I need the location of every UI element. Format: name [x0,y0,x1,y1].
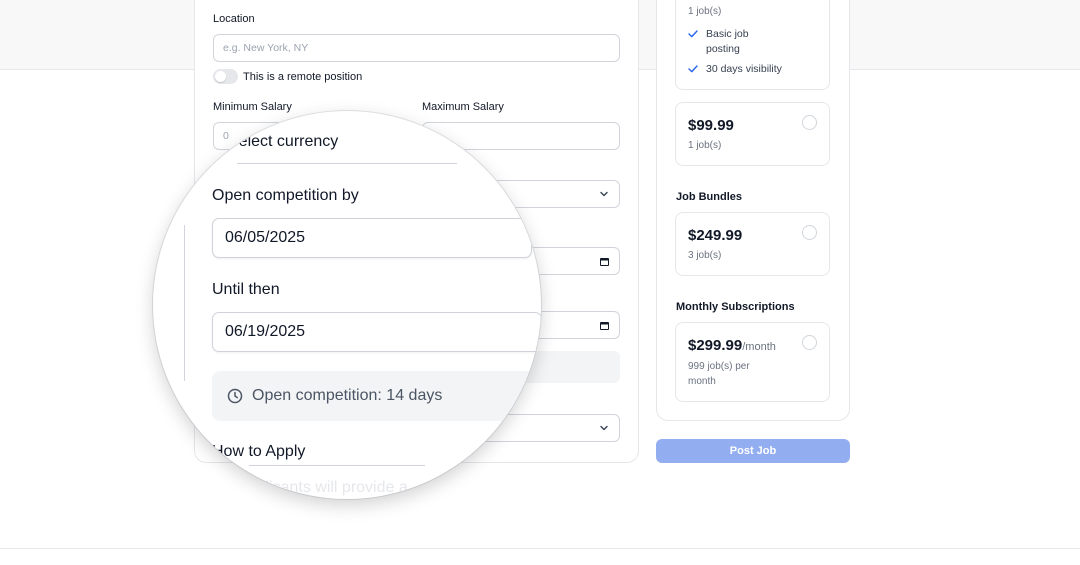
radio-icon[interactable] [802,335,817,350]
clock-icon [227,388,243,404]
magnifier-lens: Select currency Open competition by 06/0… [153,111,541,499]
plan-card-bundle[interactable]: $249.99 3 job(s) [675,212,830,276]
min-salary-label: Minimum Salary [213,101,292,113]
form-edge-line [184,225,185,381]
plan-price: $299.99/month [688,337,776,354]
feature-item: Basic job posting [688,27,776,57]
until-label: Until then [212,281,280,298]
apply-underline [249,465,425,466]
post-job-button[interactable]: Post Job [656,439,850,463]
currency-text: Select currency [228,133,339,150]
calendar-icon [600,258,609,266]
feature-text: 30 days visibility [706,63,782,75]
until-date-input-zoomed[interactable]: 06/19/2025 [212,312,541,352]
chevron-down-icon [600,191,608,197]
location-input[interactable]: e.g. New York, NY [213,34,620,62]
plan-price-period: /month [742,341,776,353]
open-competition-date: 06/05/2025 [225,229,306,246]
plan-jobs: 1 job(s) [688,140,722,151]
plan-jobs: 1 job(s) [688,6,722,17]
radio-icon[interactable] [802,225,817,240]
how-to-apply-label: How to Apply [212,443,306,460]
plan-card-subscription[interactable]: $299.99/month 999 job(s) per month [675,322,830,402]
feature-text: Basic job posting [706,28,749,55]
chevron-down-icon [600,425,608,431]
competition-duration-text: Open competition: 14 days [252,387,443,404]
remote-label: This is a remote position [243,71,363,83]
check-icon [688,30,698,38]
applicants-text: Applicants will provide a [237,479,408,496]
open-competition-date-input[interactable]: 06/05/2025 [212,218,532,258]
radio-icon[interactable] [802,115,817,130]
plan-card-single[interactable]: $99.99 1 job(s) [675,102,830,166]
plan-price: $99.99 [688,117,734,134]
bundles-heading: Job Bundles [676,191,743,203]
footer-divider [0,548,1080,549]
subscriptions-heading: Monthly Subscriptions [676,301,795,313]
competition-duration-note: Open competition: 14 days [212,371,541,421]
plan-jobs: 3 job(s) [688,250,722,261]
location-label: Location [213,13,255,25]
max-salary-label: Maximum Salary [422,101,504,113]
remote-toggle[interactable] [213,69,238,84]
open-competition-label: Open competition by [212,187,359,204]
plan-price-amount: $299.99 [688,337,743,354]
until-date: 06/19/2025 [225,323,306,340]
calendar-icon [600,322,609,330]
plan-jobs: 999 job(s) per month [688,361,750,387]
check-icon [688,65,698,73]
currency-underline [237,163,457,164]
feature-item: 30 days visibility [688,62,782,77]
location-placeholder: e.g. New York, NY [223,42,309,54]
plan-price: $249.99 [688,227,743,244]
